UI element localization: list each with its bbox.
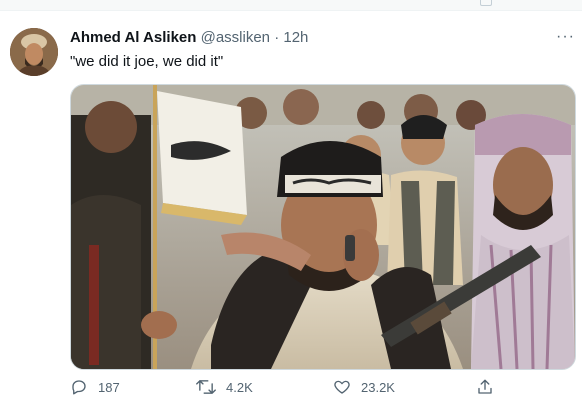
avatar[interactable] (10, 28, 58, 76)
previous-tweet-edge (0, 0, 582, 11)
tweet-photo[interactable] (70, 84, 576, 370)
tweet-text: "we did it joe, we did it" (70, 53, 224, 70)
separator: · (274, 29, 280, 46)
share-button[interactable] (476, 378, 494, 396)
more-icon[interactable]: ··· (556, 28, 575, 46)
tweet[interactable]: Ahmed Al Asliken @assliken · 12h ··· "we… (0, 14, 582, 400)
like-button[interactable]: 23.2K (333, 378, 395, 396)
like-count: 23.2K (361, 379, 395, 395)
reply-button[interactable]: 187 (70, 378, 120, 396)
heart-icon (334, 380, 350, 394)
retweet-count: 4.2K (226, 379, 253, 395)
reply-count: 187 (98, 379, 120, 395)
retweet-icon (196, 380, 216, 394)
author-name[interactable]: Ahmed Al Asliken (70, 29, 196, 46)
tweet-actions: 187 4.2K 23.2K (0, 378, 582, 404)
photo-illustration (71, 85, 575, 369)
reply-icon (72, 380, 86, 395)
share-icon[interactable] (480, 0, 492, 6)
tweet-header: Ahmed Al Asliken @assliken · 12h (70, 29, 308, 47)
retweet-button[interactable]: 4.2K (196, 378, 253, 396)
author-handle[interactable]: @assliken (201, 29, 270, 46)
timestamp[interactable]: 12h (283, 29, 308, 46)
share-icon (478, 379, 492, 394)
